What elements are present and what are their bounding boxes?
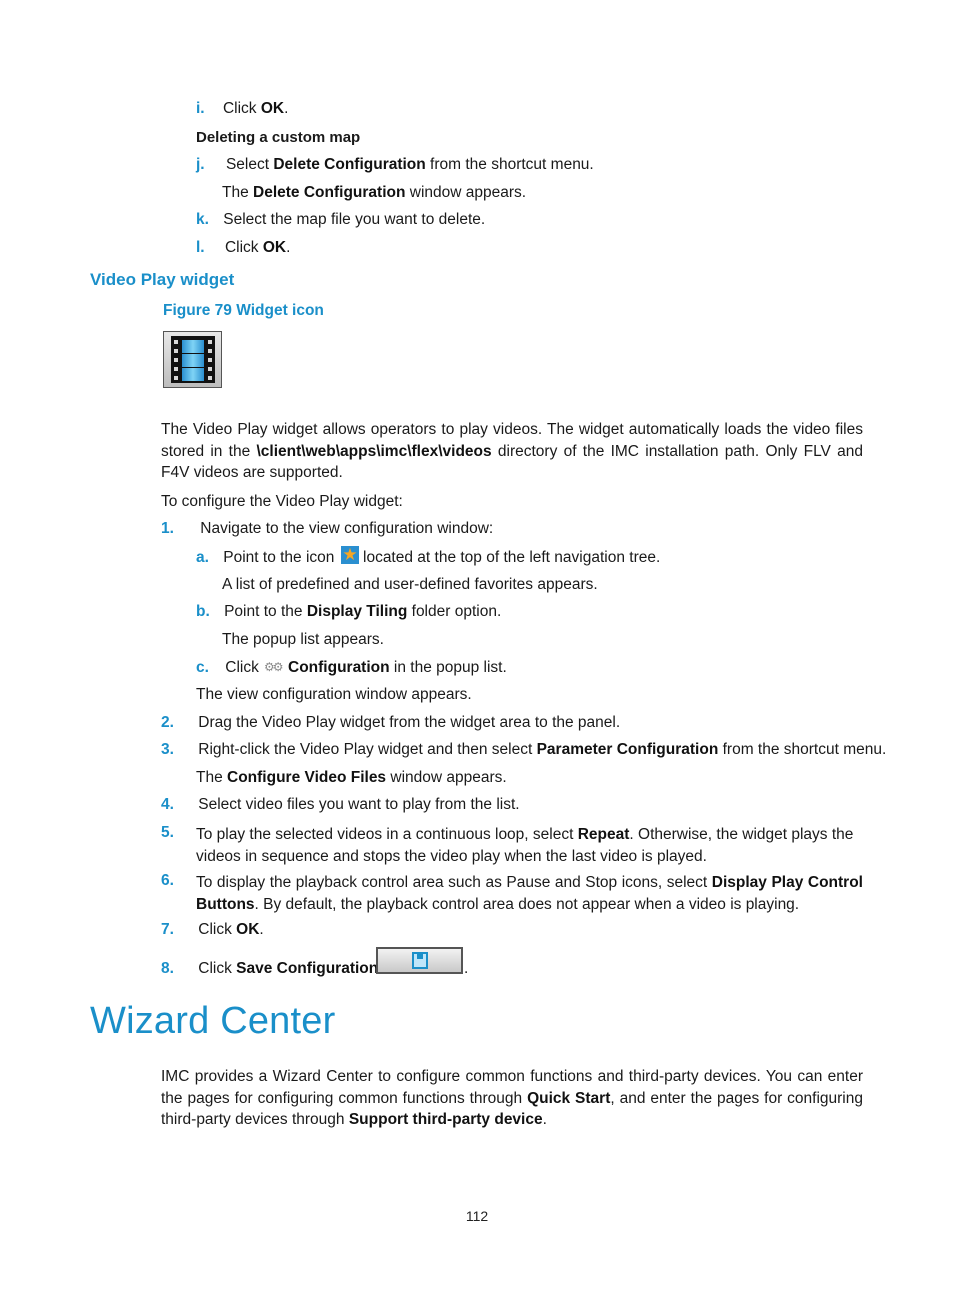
step-8: 8. Click Save Configuration xyxy=(161,960,379,977)
step-a: a. Point to the icon xyxy=(196,549,335,566)
step-7: 7. Click OK. xyxy=(161,921,264,938)
step-4: 4. Select video files you want to play f… xyxy=(161,796,520,813)
configure-intro: To configure the Video Play widget: xyxy=(161,493,403,510)
step-5-label: 5. xyxy=(161,824,174,841)
subheading-deleting-custom-map: Deleting a custom map xyxy=(196,129,361,146)
step-3: 3. Right-click the Video Play widget and… xyxy=(161,741,887,758)
step-c: c. Click xyxy=(196,659,259,676)
section-heading-video-play-widget: Video Play widget xyxy=(90,270,235,289)
step-1-note: The view configuration window appears. xyxy=(196,686,472,703)
step-3-note: The Configure Video Files window appears… xyxy=(196,769,507,786)
step-c-text: Configuration in the popup list. xyxy=(288,659,507,676)
step-8-period: . xyxy=(464,960,469,977)
wizard-paragraph: IMC provides a Wizard Center to configur… xyxy=(161,1068,863,1128)
step-5: To play the selected videos in a continu… xyxy=(196,826,854,865)
intro-paragraph: The Video Play widget allows operators t… xyxy=(161,421,863,481)
step-6-label: 6. xyxy=(161,872,174,889)
save-disk-icon xyxy=(412,952,428,969)
step-label: i. xyxy=(196,100,205,117)
step-b: b. Point to the Display Tiling folder op… xyxy=(196,603,502,620)
step-a-text: located at the top of the left navigatio… xyxy=(363,549,661,566)
step-k: k. Select the map file you want to delet… xyxy=(196,211,486,228)
step-l: l. Click OK. xyxy=(196,239,291,256)
step-j-note: The Delete Configuration window appears. xyxy=(222,184,527,201)
step-a-note: A list of predefined and user-defined fa… xyxy=(222,576,598,593)
page-number: 112 xyxy=(465,1208,489,1224)
save-configuration-button xyxy=(376,947,463,974)
step-2: 2. Drag the Video Play widget from the w… xyxy=(161,714,621,731)
chapter-title-wizard-center: Wizard Center xyxy=(90,1000,336,1042)
step-b-note: The popup list appears. xyxy=(222,631,384,648)
favorites-star-icon: ★ xyxy=(341,545,359,564)
step-j: j. Select Delete Configuration from the … xyxy=(196,156,594,173)
figure-caption: Figure 79 Widget icon xyxy=(163,302,324,319)
step-i: i. Click OK. xyxy=(196,100,289,117)
step-1: 1. Navigate to the view configuration wi… xyxy=(161,520,494,537)
gears-icon: ⚙⚙ xyxy=(264,660,283,674)
film-strip-icon xyxy=(163,331,222,388)
step-6: To display the playback control area suc… xyxy=(196,874,863,913)
